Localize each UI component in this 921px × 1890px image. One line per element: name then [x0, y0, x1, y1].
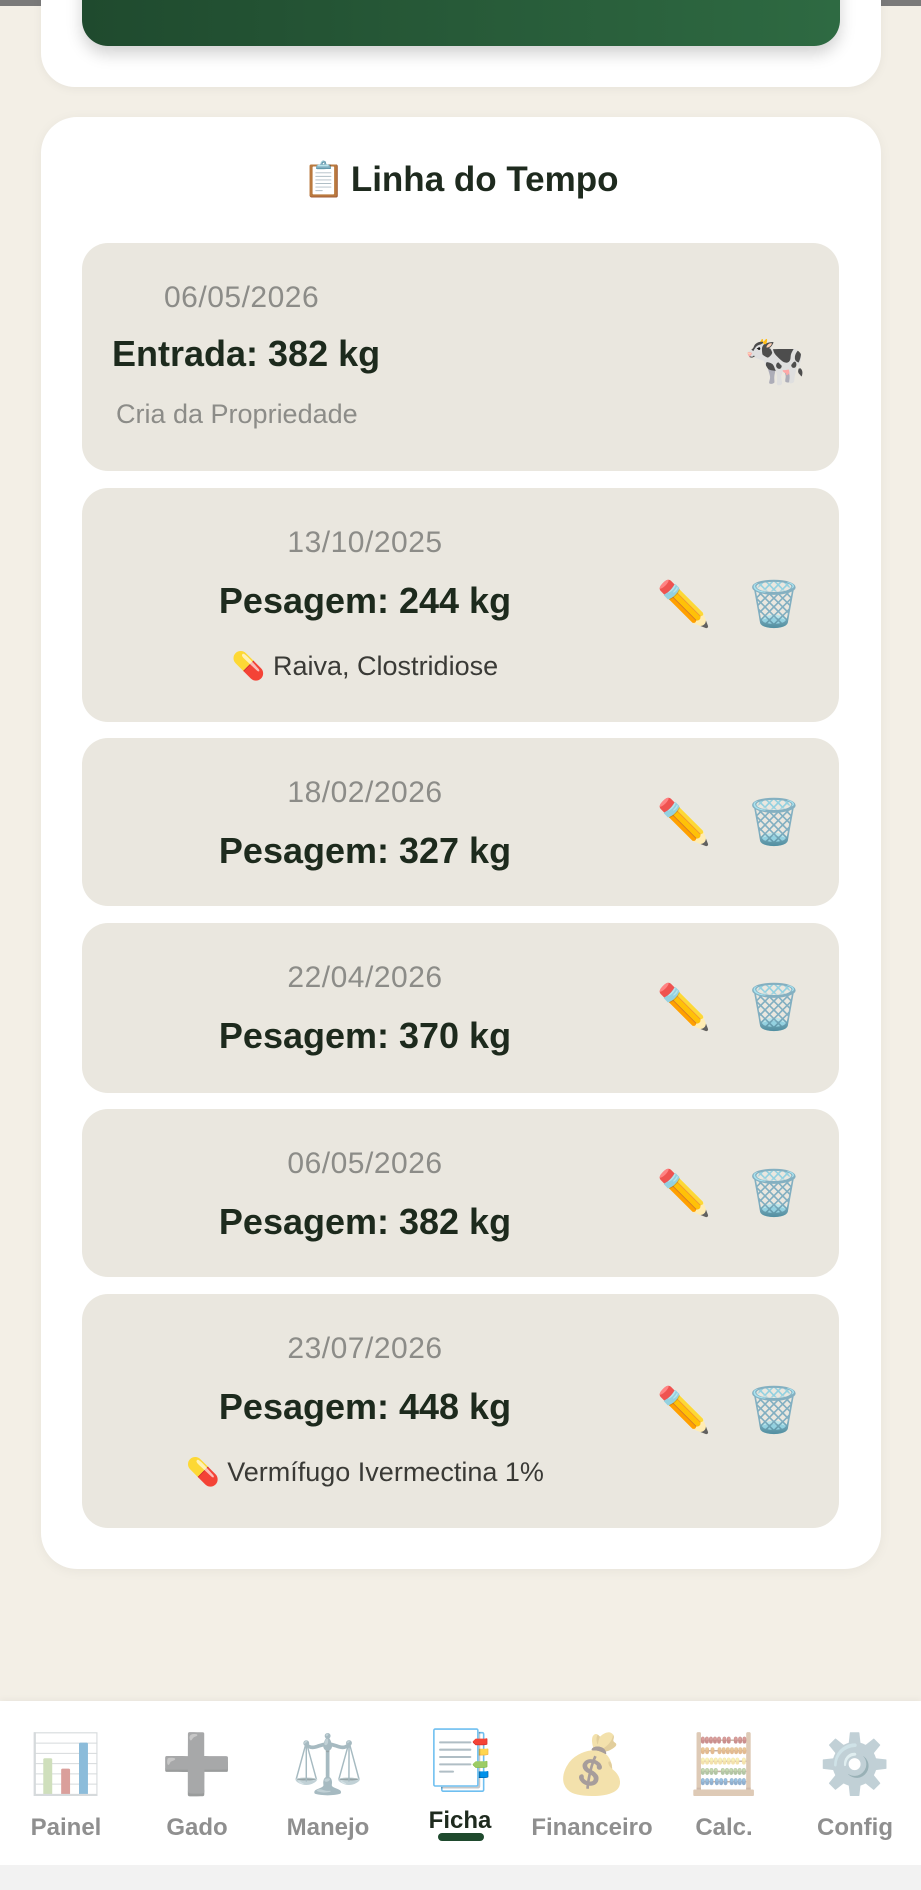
nav-item-calc[interactable]: 🧮 Calc.	[658, 1701, 790, 1865]
entry-title: Pesagem: 448 kg	[218, 1386, 512, 1427]
bottom-navigation: 📊 Painel ➕ Gado ⚖️ Manejo 📑 Ficha 💰 Fina…	[0, 1701, 921, 1865]
entry-title: Pesagem: 244 kg	[218, 580, 512, 621]
entry-title: Entrada: 382 kg	[112, 333, 381, 374]
nav-label: Financeiro	[531, 1814, 653, 1841]
nav-label: Manejo	[286, 1814, 370, 1841]
trash-icon: 🗑️	[746, 1169, 802, 1218]
timeline-title: 📋 Linha do Tempo	[0, 160, 921, 200]
nav-item-ficha[interactable]: 📑 Ficha	[394, 1701, 526, 1865]
bar-chart-icon: 📊	[29, 1732, 103, 1797]
entry-date: 13/10/2025	[287, 526, 443, 559]
nav-item-gado[interactable]: ➕ Gado	[131, 1701, 263, 1865]
nav-item-painel[interactable]: 📊 Painel	[0, 1701, 132, 1865]
pencil-icon: ✏️	[656, 1386, 712, 1435]
entry-date: 22/04/2026	[287, 961, 443, 994]
abacus-icon: 🧮	[687, 1732, 761, 1797]
entry-note: Cria da Propriedade	[116, 399, 358, 429]
edit-button[interactable]: ✏️	[656, 979, 712, 1035]
money-bag-icon: 💰	[555, 1732, 629, 1797]
document-icon: 📑	[423, 1728, 497, 1793]
timeline-entry-pesagem: 18/02/2026 Pesagem: 327 kg ✏️ 🗑️	[82, 738, 839, 906]
trash-icon: 🗑️	[746, 983, 802, 1032]
trash-icon: 🗑️	[746, 1386, 802, 1435]
timeline-entry-pesagem: 06/05/2026 Pesagem: 382 kg ✏️ 🗑️	[82, 1109, 839, 1277]
delete-button[interactable]: 🗑️	[746, 576, 802, 632]
pencil-icon: ✏️	[656, 1169, 712, 1218]
pencil-icon: ✏️	[656, 798, 712, 847]
entry-date: 06/05/2026	[164, 281, 320, 314]
timeline-entry-pesagem: 23/07/2026 Pesagem: 448 kg 💊 Vermífugo I…	[82, 1294, 839, 1528]
timeline-entry-entrada: 06/05/2026 Entrada: 382 kg Cria da Propr…	[82, 243, 839, 471]
timeline-title-text: Linha do Tempo	[350, 160, 619, 199]
nav-item-financeiro[interactable]: 💰 Financeiro	[526, 1701, 658, 1865]
timeline-entry-pesagem: 22/04/2026 Pesagem: 370 kg ✏️ 🗑️	[82, 923, 839, 1093]
pill-icon: 💊	[186, 1457, 220, 1487]
entry-date: 06/05/2026	[287, 1147, 443, 1180]
edit-button[interactable]: ✏️	[656, 1165, 712, 1221]
entry-note: 💊 Vermífugo Ivermectina 1%	[82, 1456, 648, 1488]
nav-label: Gado	[166, 1814, 228, 1841]
pencil-icon: ✏️	[656, 983, 712, 1032]
trash-icon: 🗑️	[746, 580, 802, 629]
entry-date: 18/02/2026	[287, 776, 443, 809]
timeline-entry-pesagem: 13/10/2025 Pesagem: 244 kg 💊 Raiva, Clos…	[82, 488, 839, 722]
edit-button[interactable]: ✏️	[656, 794, 712, 850]
system-bar	[0, 1865, 921, 1890]
clipboard-icon: 📋	[302, 161, 345, 199]
entry-title: Pesagem: 370 kg	[218, 1015, 512, 1056]
entry-title: Pesagem: 382 kg	[218, 1201, 512, 1242]
delete-button[interactable]: 🗑️	[746, 1165, 802, 1221]
trash-icon: 🗑️	[746, 798, 802, 847]
pill-icon: 💊	[231, 651, 266, 681]
nav-item-manejo[interactable]: ⚖️ Manejo	[262, 1701, 394, 1865]
entry-title: Pesagem: 327 kg	[218, 830, 512, 871]
nav-label: Ficha	[428, 1807, 492, 1834]
entry-note: 💊 Raiva, Clostridiose	[82, 650, 648, 682]
pencil-icon: ✏️	[656, 580, 712, 629]
delete-button[interactable]: 🗑️	[746, 794, 802, 850]
nav-label: Config	[817, 1814, 893, 1841]
edit-button[interactable]: ✏️	[656, 576, 712, 632]
entry-note-text: Raiva, Clostridiose	[273, 651, 499, 681]
entry-date: 23/07/2026	[287, 1332, 443, 1365]
edit-button[interactable]: ✏️	[656, 1382, 712, 1438]
scale-icon: ⚖️	[291, 1732, 365, 1797]
entry-note-text: Vermífugo Ivermectina 1%	[227, 1457, 544, 1487]
cow-icon: 🐄	[744, 332, 807, 388]
nav-label: Calc.	[695, 1814, 753, 1841]
nav-item-config[interactable]: ⚙️ Config	[789, 1701, 921, 1865]
delete-button[interactable]: 🗑️	[746, 979, 802, 1035]
delete-button[interactable]: 🗑️	[746, 1382, 802, 1438]
nav-label: Painel	[30, 1814, 102, 1841]
summary-banner	[82, 0, 840, 46]
plus-icon: ➕	[160, 1732, 234, 1797]
gear-icon: ⚙️	[818, 1732, 892, 1797]
active-tab-indicator	[438, 1833, 484, 1841]
